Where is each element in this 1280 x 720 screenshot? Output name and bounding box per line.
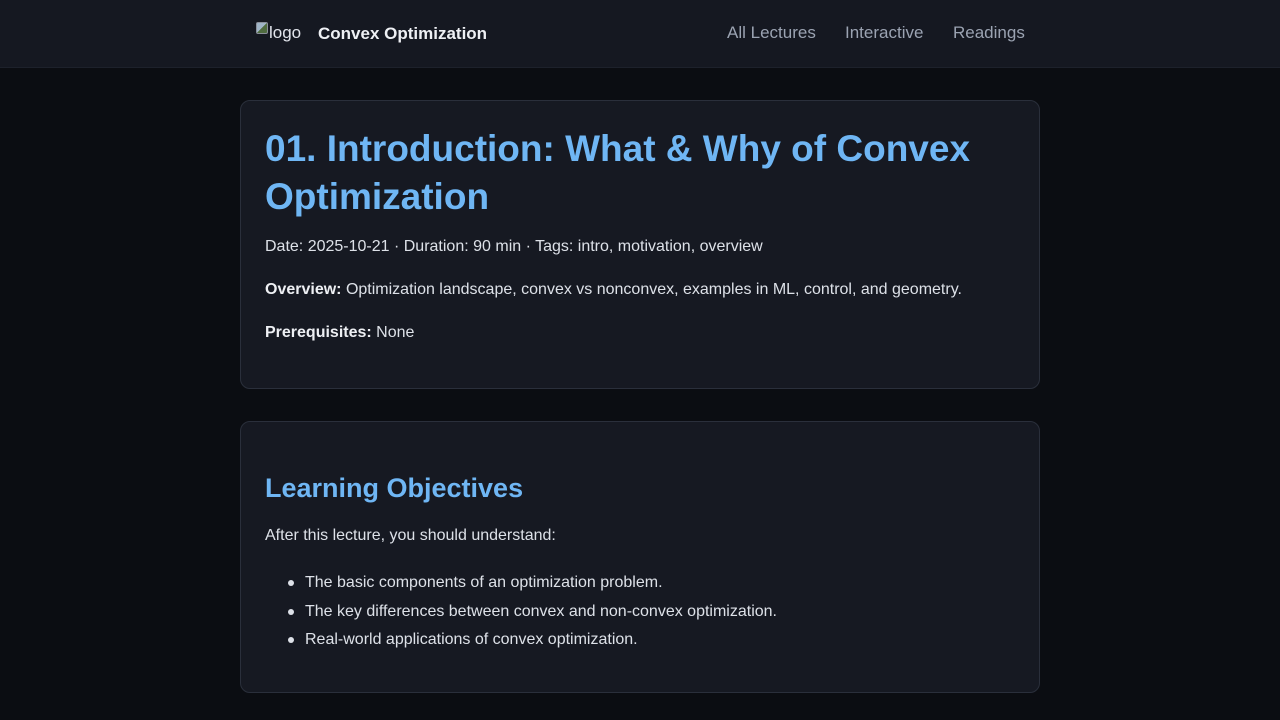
bullet-icon xyxy=(288,608,294,615)
objectives-list: The basic components of an optimization … xyxy=(288,569,777,655)
overview-label: Overview: xyxy=(265,281,342,298)
lecture-title: 01. Introduction: What & Why of Convex O… xyxy=(265,128,971,217)
nav-link-interactive[interactable]: Interactive xyxy=(845,22,923,44)
top-navigation-bar: logo Convex Optimization All Lectures In… xyxy=(0,0,1280,68)
objective-text: The basic components of an optimization … xyxy=(305,574,663,591)
main-nav: All Lectures Interactive Readings xyxy=(0,0,1280,68)
learning-objectives-card: Learning Objectives After this lecture, … xyxy=(240,421,1040,693)
objective-text: The key differences between convex and n… xyxy=(305,602,777,620)
bullet-icon xyxy=(288,637,294,643)
prerequisites: Prerequisites: None xyxy=(265,324,414,342)
prerequisites-text: None xyxy=(376,324,415,341)
nav-link-readings[interactable]: Readings xyxy=(953,22,1025,44)
prerequisites-label: Prerequisites: xyxy=(265,324,372,341)
nav-link-all-lectures[interactable]: All Lectures xyxy=(727,22,816,44)
bullet-icon xyxy=(288,580,294,586)
lecture-meta: Date: 2025-10-21 · Duration: 90 min · Ta… xyxy=(265,238,763,255)
objectives-intro: After this lecture, you should understan… xyxy=(265,527,556,544)
overview: Overview: Optimization landscape, convex… xyxy=(265,281,962,299)
lecture-header-card: 01. Introduction: What & Why of Convex O… xyxy=(240,100,1040,389)
objective-text: Real-world applications of convex optimi… xyxy=(305,631,638,648)
list-item: Real-world applications of convex optimi… xyxy=(288,626,777,655)
list-item: The basic components of an optimization … xyxy=(288,569,777,598)
list-item: The key differences between convex and n… xyxy=(288,598,777,627)
overview-text: Optimization landscape, convex vs noncon… xyxy=(345,281,962,298)
objectives-heading: Learning Objectives xyxy=(265,473,524,503)
